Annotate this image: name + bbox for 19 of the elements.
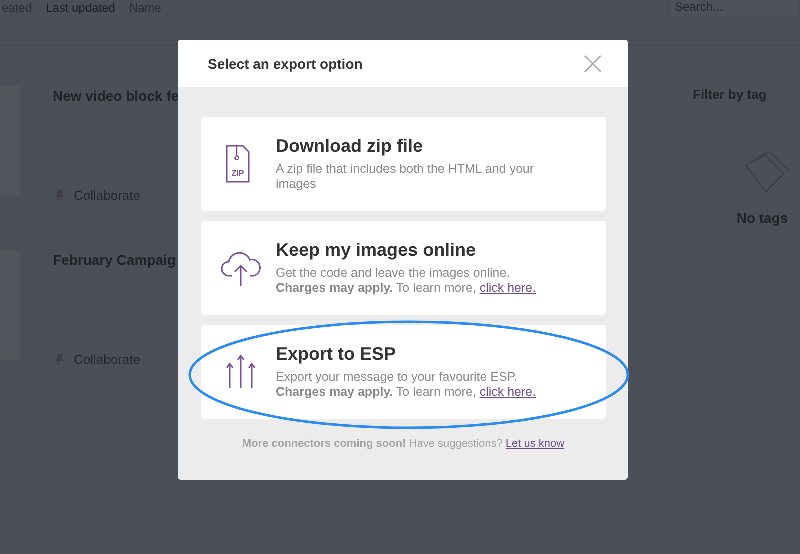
footer-note: More connectors coming soon! Have suggestions? Let us know [241, 438, 566, 450]
export-option-card[interactable]: Export to ESP Export your message to your favourite ESP. Charges may apply. To learn more, click here. [201, 325, 606, 419]
option-description: Get the code and leave the images online. [276, 266, 512, 281]
export-option-card[interactable]: Keep my images online Get the code and leave the images online. Charges may apply. To learn more, click here. [201, 221, 606, 315]
option-description: A zip file that includes both the HTML and your images [276, 162, 536, 192]
export-option-card[interactable]: ZIP Download zip file A zip file that includes both the HTML and your images [201, 117, 606, 211]
charges-note: Charges may apply. To learn more, click here. [276, 281, 538, 296]
learn-more-link[interactable]: click here. [480, 281, 536, 295]
option-title: Export to ESP [276, 344, 398, 365]
option-title: Download zip file [276, 136, 424, 157]
learn-more-link[interactable]: click here. [480, 385, 536, 399]
charges-note: Charges may apply. To learn more, click here. [276, 385, 538, 400]
option-description: Export your message to your favourite ESP. [276, 370, 519, 385]
zip-file-icon: ZIP [225, 145, 251, 183]
close-button[interactable] [584, 54, 602, 72]
up-arrows-icon [226, 354, 256, 390]
dialog-title: Select an export option [208, 56, 363, 72]
let-us-know-link[interactable]: Let us know [506, 438, 565, 450]
option-title: Keep my images online [276, 240, 478, 261]
